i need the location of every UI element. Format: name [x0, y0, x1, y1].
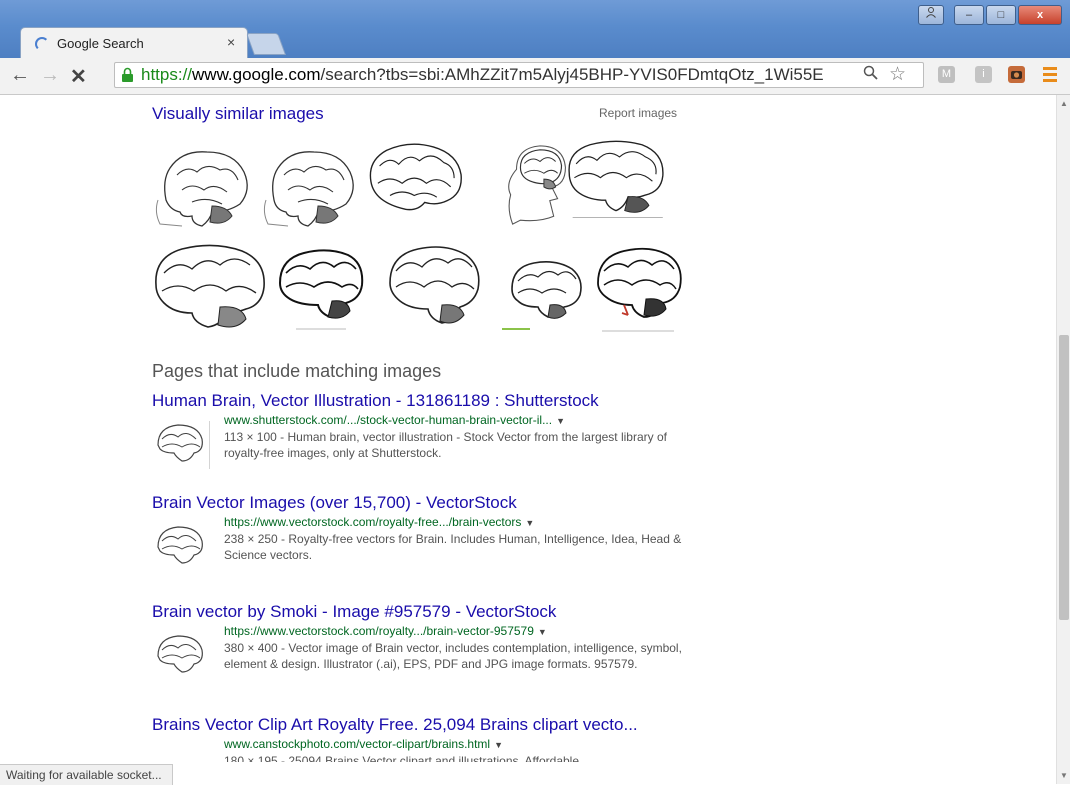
result-snippet: 113 × 100 - Human brain, vector illustra… [224, 430, 667, 460]
url-path: /search?tbs=sbi:AMhZZit7m5Alyj45BHP-YVIS… [320, 65, 824, 84]
similar-image-3[interactable] [364, 135, 468, 223]
stop-loading-button[interactable]: ✕ [70, 64, 87, 89]
similar-image-5[interactable] [564, 135, 668, 223]
report-images-link[interactable]: Report images [599, 106, 677, 120]
result-url[interactable]: https://www.vectorstock.com/royalty-free… [224, 515, 534, 529]
extension-camera-icon[interactable] [1008, 66, 1025, 83]
lock-icon [122, 67, 133, 82]
bookmark-star-icon[interactable]: ☆ [889, 63, 906, 86]
pages-matching-heading: Pages that include matching images [152, 361, 442, 381]
visually-similar-link[interactable]: Visually similar images [152, 104, 324, 124]
title-bar: Google Search × – □ x [0, 0, 1070, 58]
new-tab-button[interactable] [245, 33, 287, 55]
tab-title: Google Search [57, 36, 144, 51]
result-url-text: www.shutterstock.com/.../stock-vector-hu… [224, 413, 553, 427]
back-button[interactable]: ← [10, 64, 30, 87]
browser-toolbar: ← → ✕ https://www.google.com/search?tbs=… [0, 58, 1070, 95]
result-thumbnail[interactable] [152, 419, 210, 471]
extension-info-icon[interactable]: i [975, 66, 992, 83]
profile-icon[interactable] [918, 5, 944, 25]
window-controls: – □ x [918, 5, 1062, 25]
result-thumbnail[interactable] [152, 521, 210, 573]
extension-m-icon[interactable]: M [938, 66, 955, 83]
similar-image-9[interactable] [500, 253, 590, 331]
url-dropdown-arrow-icon[interactable]: ▼ [538, 627, 547, 637]
url-text[interactable]: https://www.google.com/search?tbs=sbi:AM… [141, 65, 865, 85]
url-dropdown-arrow-icon[interactable]: ▼ [494, 740, 503, 750]
result-thumbnail[interactable] [152, 630, 210, 682]
close-window-button[interactable]: x [1018, 5, 1062, 25]
search-result: Brain Vector Images (over 15,700) - Vect… [152, 493, 712, 595]
url-scheme: https:// [141, 65, 193, 84]
tab-google-search[interactable]: Google Search × [20, 27, 248, 58]
search-result: Brains Vector Clip Art Royalty Free. 25,… [152, 715, 712, 762]
similar-image-7[interactable] [276, 245, 366, 331]
maximize-button[interactable]: □ [986, 5, 1016, 25]
status-bubble: Waiting for available socket... [0, 764, 173, 785]
vertical-scrollbar[interactable]: ▲ ▼ [1056, 95, 1070, 784]
result-snippet: 238 × 250 - Royalty-free vectors for Bra… [224, 532, 682, 562]
similar-image-1[interactable] [152, 140, 256, 228]
result-snippet: 180 × 195 - 25094 Brains Vector clipart … [224, 754, 580, 762]
url-host: www.google.com [192, 65, 321, 84]
result-url-text: www.canstockphoto.com/vector-clipart/bra… [224, 737, 491, 751]
similar-image-6[interactable] [150, 241, 270, 333]
loading-spinner-icon [35, 37, 49, 51]
result-url[interactable]: www.shutterstock.com/.../stock-vector-hu… [224, 413, 565, 427]
similar-image-8[interactable] [384, 241, 484, 333]
address-bar[interactable]: https://www.google.com/search?tbs=sbi:AM… [114, 62, 924, 88]
search-result: Human Brain, Vector Illustration - 13186… [152, 391, 712, 493]
url-dropdown-arrow-icon[interactable]: ▼ [556, 416, 565, 426]
search-results-page: Visually similar images Report images Pa… [0, 95, 1056, 762]
result-title-link[interactable]: Human Brain, Vector Illustration - 13186… [152, 391, 599, 410]
minimize-button[interactable]: – [954, 5, 984, 25]
result-url[interactable]: https://www.vectorstock.com/royalty.../b… [224, 624, 547, 638]
search-result: Brain vector by Smoki - Image #957579 - … [152, 602, 712, 704]
result-title-link[interactable]: Brains Vector Clip Art Royalty Free. 25,… [152, 715, 638, 734]
scrollbar-thumb[interactable] [1059, 335, 1069, 620]
result-url[interactable]: www.canstockphoto.com/vector-clipart/bra… [224, 737, 503, 751]
result-title-link[interactable]: Brain vector by Smoki - Image #957579 - … [152, 602, 556, 621]
tab-close-icon[interactable]: × [227, 34, 235, 50]
result-url-text: https://www.vectorstock.com/royalty-free… [224, 515, 522, 529]
chrome-menu-icon[interactable] [1043, 67, 1057, 85]
scroll-up-arrow-icon[interactable]: ▲ [1060, 99, 1068, 108]
result-url-text: https://www.vectorstock.com/royalty.../b… [224, 624, 534, 638]
zoom-icon[interactable] [863, 65, 878, 85]
result-title-link[interactable]: Brain Vector Images (over 15,700) - Vect… [152, 493, 517, 512]
result-snippet: 380 × 400 - Vector image of Brain vector… [224, 641, 682, 671]
similar-image-10[interactable] [594, 245, 684, 333]
url-dropdown-arrow-icon[interactable]: ▼ [525, 518, 534, 528]
scroll-down-arrow-icon[interactable]: ▼ [1060, 771, 1068, 780]
similar-image-2[interactable] [258, 140, 362, 228]
forward-button[interactable]: → [40, 64, 60, 87]
